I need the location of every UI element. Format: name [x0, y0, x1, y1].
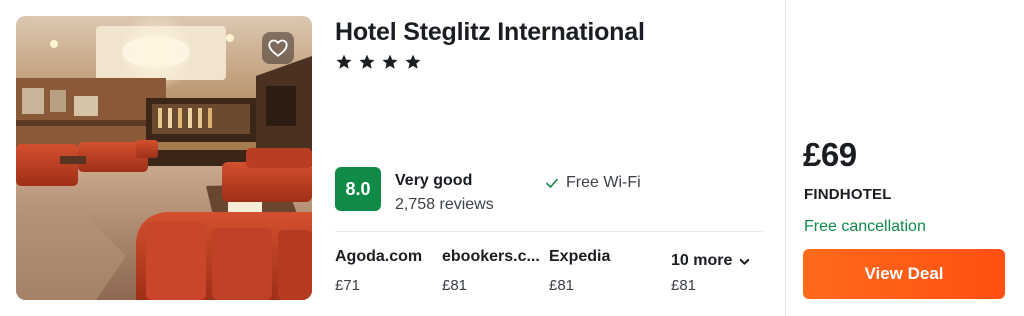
star-icon: [336, 54, 352, 69]
hotel-result-card: Hotel Steglitz International 8.0 Very go…: [0, 0, 1024, 316]
hotel-name[interactable]: Hotel Steglitz International: [335, 18, 645, 47]
star-icon: [405, 54, 421, 69]
chevron-down-icon: [740, 258, 750, 265]
provider-price: £71: [335, 277, 361, 294]
deal-price: £69: [803, 136, 857, 173]
provider-name: Agoda.com: [335, 248, 423, 265]
provider-expedia[interactable]: Expedia £81: [549, 248, 649, 294]
amenity-free-wifi: Free Wi-Fi: [545, 174, 641, 192]
provider-price: £81: [549, 277, 575, 294]
review-count[interactable]: 2,758 reviews: [395, 196, 494, 214]
divider: [335, 231, 763, 232]
more-providers-button[interactable]: 10 more £81: [671, 252, 751, 294]
star-rating: [334, 52, 423, 72]
star-icon: [359, 54, 375, 69]
rating-score-badge: 8.0: [335, 167, 381, 211]
provider-name: Expedia: [549, 248, 611, 265]
view-deal-button[interactable]: View Deal: [803, 249, 1005, 299]
provider-name: ebookers.c...: [442, 248, 540, 265]
rating-label: Very good: [395, 172, 473, 189]
more-providers-price: £81: [671, 277, 697, 294]
heart-icon: [268, 39, 288, 57]
star-icon: [382, 54, 398, 69]
free-cancellation-label: Free cancellation: [804, 218, 926, 235]
provider-price: £81: [442, 277, 468, 294]
deal-provider: FINDHOTEL: [804, 186, 892, 203]
provider-ebookers[interactable]: ebookers.c... £81: [442, 248, 542, 294]
more-providers-label: 10 more: [671, 252, 733, 269]
provider-agoda[interactable]: Agoda.com £71: [335, 248, 435, 294]
deal-divider: [785, 0, 786, 316]
favorite-button[interactable]: [262, 32, 294, 64]
amenity-label: Free Wi-Fi: [566, 174, 641, 191]
checkmark-icon: [546, 178, 558, 188]
